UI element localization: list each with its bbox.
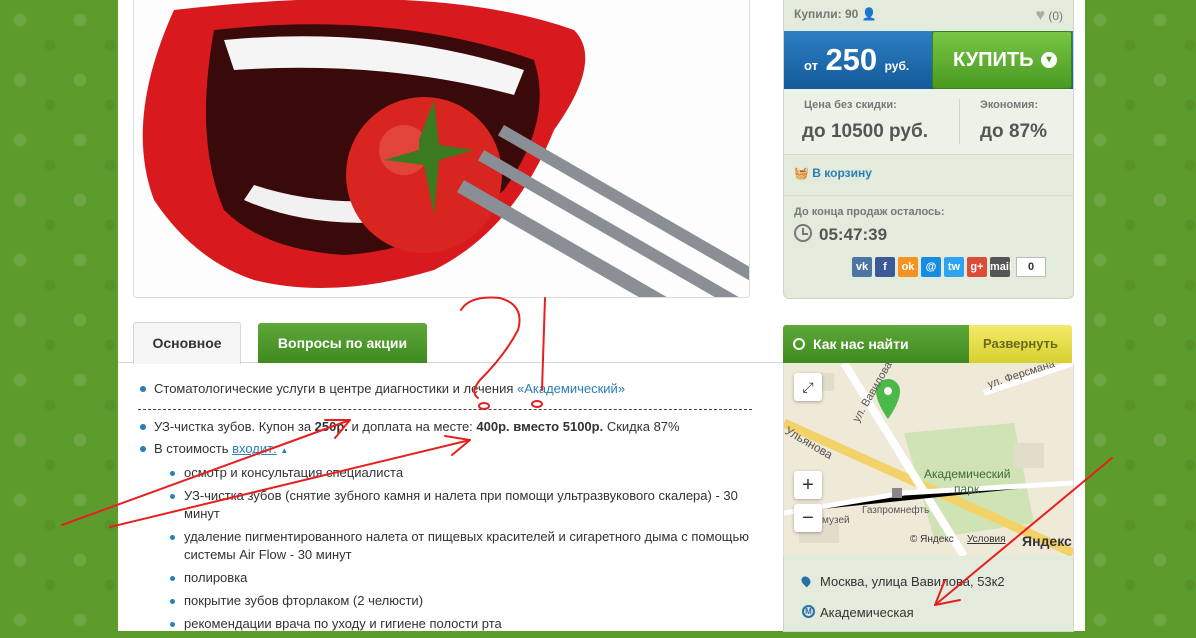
cart-label: В корзину <box>812 166 872 180</box>
deal-panel: Купили: 90 👤 ♥ (0) от 250 руб. КУПИТЬ ▾ … <box>783 0 1074 299</box>
clinic-link[interactable]: «Академический» <box>517 381 625 396</box>
price-currency: руб. <box>884 59 910 73</box>
ok-share-button[interactable]: ok <box>898 257 918 277</box>
divider <box>784 195 1073 196</box>
svg-text:Академический: Академический <box>924 467 1010 481</box>
add-to-cart-link[interactable]: 🧺 В корзину <box>794 166 872 180</box>
deal-description: Стоматологические услуги в центре диагно… <box>138 380 760 638</box>
list-item: УЗ-чистка зубов. Купон за 250р. и доплат… <box>140 418 760 436</box>
map-header: Как нас найти Развернуть <box>783 325 1072 363</box>
list-item: УЗ-чистка зубов (снятие зубного камня и … <box>170 487 760 523</box>
list-item: Стоматологические услуги в центре диагно… <box>140 380 760 398</box>
gplus-share-button[interactable]: g+ <box>967 257 987 277</box>
price-from: от <box>804 58 818 73</box>
basket-icon: 🧺 <box>794 166 809 180</box>
address: Москва, улица Вавилова, 53к2 <box>799 574 1005 589</box>
list-item: рекомендации врача по уходу и гигиене по… <box>170 615 760 633</box>
discount-stats: Цена без скидки: до 10500 руб. Экономия:… <box>784 89 1073 155</box>
tab-main[interactable]: Основное <box>133 322 241 364</box>
onsite-price: 400р. вместо 5100р. <box>476 419 604 434</box>
map[interactable]: ул. Вавилова ул. Ферсмана Ульянова Акаде… <box>783 363 1074 556</box>
svg-text:музей: музей <box>822 515 850 526</box>
coupon-text: УЗ-чистка зубов. Купон за <box>154 419 315 434</box>
coupon-discount: Скидка 87% <box>603 419 680 434</box>
divider <box>959 99 960 144</box>
metro-text: Академическая <box>820 605 914 620</box>
buy-button-label: КУПИТЬ <box>953 49 1034 71</box>
chevron-down-icon: ▾ <box>1041 52 1057 68</box>
includes-text: В стоимость <box>154 441 233 456</box>
map-pin-icon <box>799 574 813 588</box>
metro-station: М Академическая <box>802 605 914 620</box>
expand-map-button[interactable]: Развернуть <box>969 325 1072 363</box>
buy-button[interactable]: КУПИТЬ ▾ <box>932 31 1072 89</box>
included-services: осмотр и консультация специалиста УЗ-чис… <box>140 464 760 633</box>
zoom-in-button[interactable]: + <box>794 471 822 499</box>
no-discount-label: Цена без скидки: <box>804 99 897 111</box>
social-share: vk f ok @ tw g+ mail 0 <box>852 257 1046 277</box>
vk-share-button[interactable]: vk <box>852 257 872 277</box>
list-item: покрытие зубов фторлаком (2 челюсти) <box>170 592 760 610</box>
includes-toggle-link[interactable]: входит: <box>232 441 277 456</box>
list-item: удаление пигментированного налета от пищ… <box>170 528 760 564</box>
countdown-timer: 05:47:39 <box>819 225 888 244</box>
svg-text:парк: парк <box>954 482 980 496</box>
deal-photo <box>133 0 750 298</box>
caret-up-icon: ▲ <box>280 446 289 455</box>
economy-label: Экономия: <box>980 99 1039 111</box>
location-info: Москва, улица Вавилова, 53к2 М Академичес… <box>783 556 1074 632</box>
like-button[interactable]: ♥ (0) <box>1035 7 1063 25</box>
fullscreen-icon[interactable]: ⤢ <box>794 373 822 401</box>
list-item: В стоимость входит: ▲ <box>140 440 760 460</box>
intro-text: Стоматологические услуги в центре диагно… <box>154 381 517 396</box>
coupon-price: 250р. <box>314 419 348 434</box>
tab-questions[interactable]: Вопросы по акции <box>258 323 427 363</box>
price: от 250 руб. <box>804 42 909 78</box>
mailru-share-button[interactable]: @ <box>921 257 941 277</box>
map-title: Как нас найти <box>783 325 969 363</box>
address-text: Москва, улица Вавилова, 53к2 <box>820 574 1005 589</box>
svg-text:Газпромнефть: Газпромнефть <box>862 504 929 516</box>
bought-counter: Купили: 90 👤 <box>794 7 877 21</box>
heart-icon: ♥ <box>1035 7 1045 24</box>
list-item: осмотр и консультация специалиста <box>170 464 760 482</box>
dashed-separator <box>138 409 752 410</box>
list-item: полировка <box>170 569 760 587</box>
timer-label: До конца продаж осталось: <box>794 206 945 218</box>
location-icon <box>793 338 805 350</box>
facebook-share-button[interactable]: f <box>875 257 895 277</box>
user-icon: 👤 <box>861 7 877 21</box>
coupon-text: и доплата на месте: <box>347 419 477 434</box>
metro-icon: М <box>802 605 815 618</box>
clock-icon <box>794 224 812 242</box>
email-share-button[interactable]: mail <box>990 257 1012 277</box>
economy-value: до 87% <box>980 121 1047 142</box>
svg-text:Условия: Условия <box>967 534 1006 545</box>
no-discount-value: до 10500 руб. <box>802 121 928 142</box>
zoom-out-button[interactable]: − <box>794 504 822 532</box>
twitter-share-button[interactable]: tw <box>944 257 964 277</box>
likes-count: (0) <box>1048 9 1063 23</box>
map-title-text: Как нас найти <box>813 336 909 352</box>
svg-text:© Яндекс: © Яндекс <box>910 534 954 545</box>
price-value: 250 <box>825 42 878 77</box>
svg-text:Яндекс: Яндекс <box>1022 533 1072 549</box>
share-count: 0 <box>1016 257 1046 277</box>
price-bar: от 250 руб. КУПИТЬ ▾ <box>784 31 1073 89</box>
